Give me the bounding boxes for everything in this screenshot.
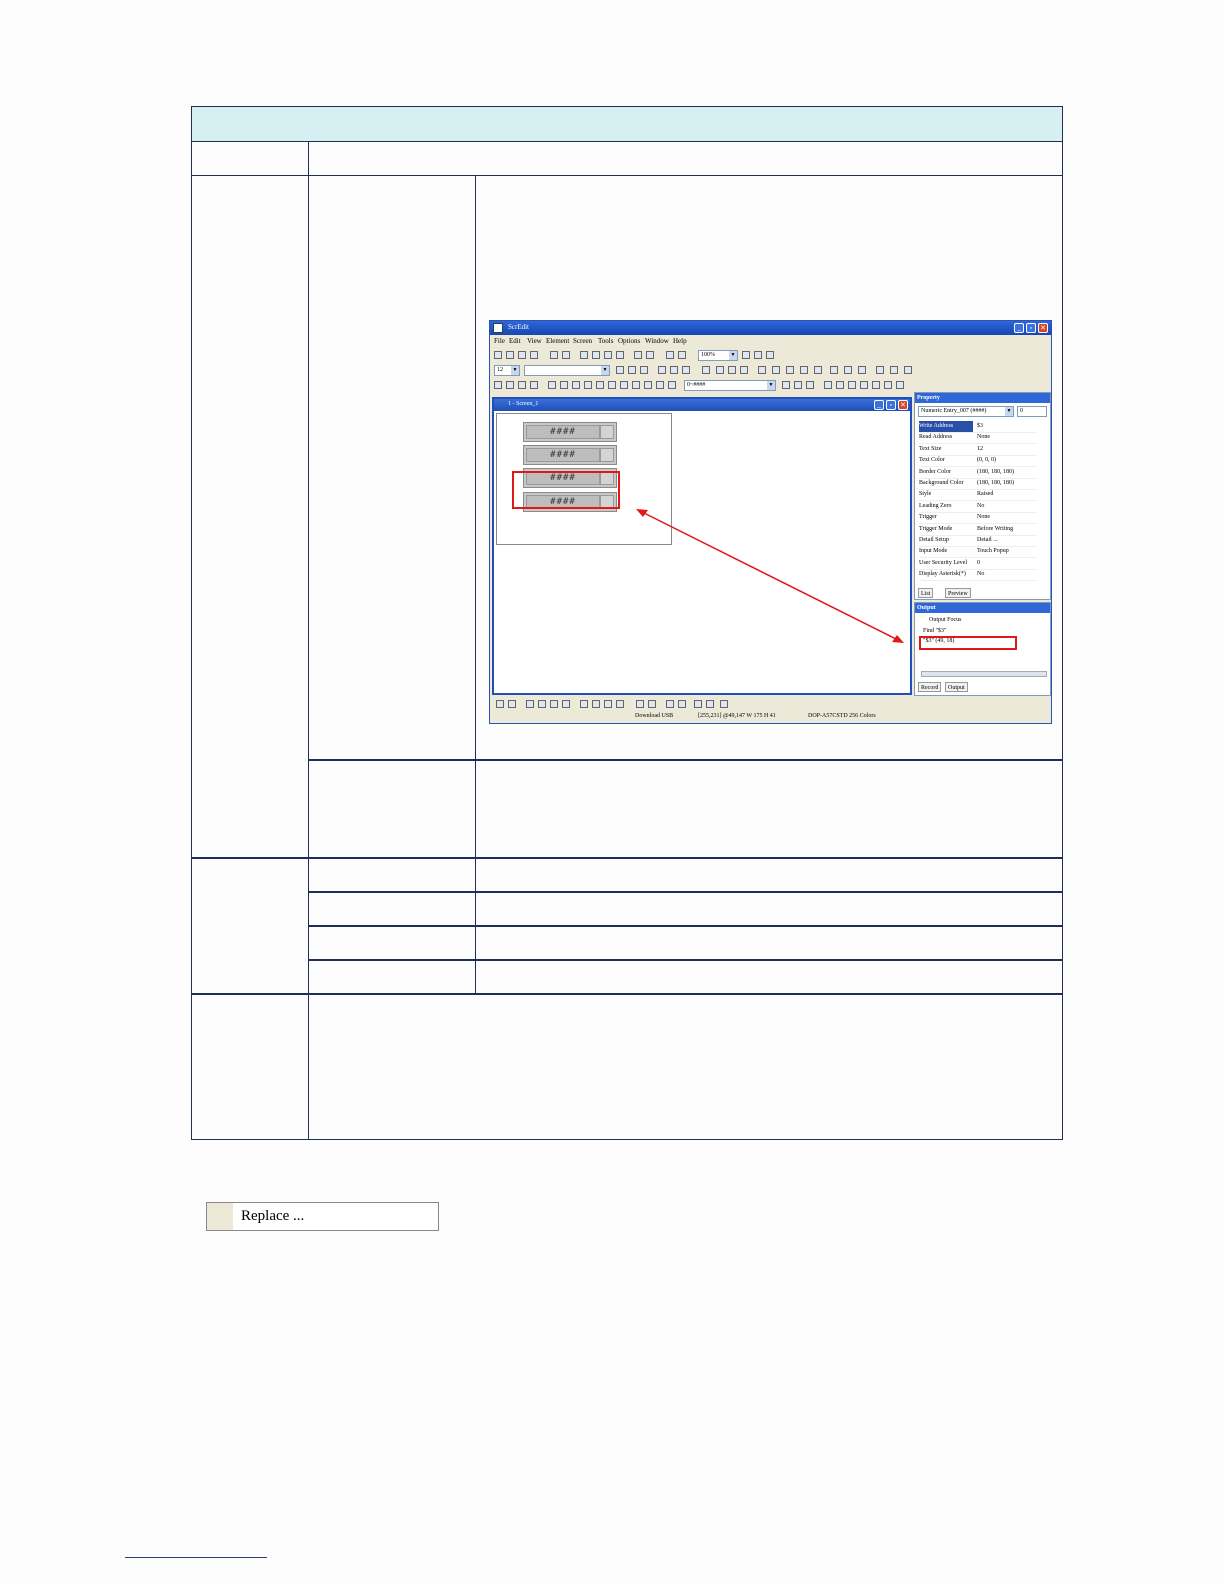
layout-9-icon[interactable] (604, 700, 612, 708)
layout-2-icon[interactable] (508, 700, 516, 708)
layout-17-icon[interactable] (720, 700, 728, 708)
screditor-window: ScrEdit _ ▫ ✕ File Edit View Element Scr… (489, 320, 1052, 724)
layout-8-icon[interactable] (592, 700, 600, 708)
layout-10-icon[interactable] (616, 700, 624, 708)
layout-1-icon[interactable] (496, 700, 504, 708)
replace-label: Replace ... (241, 1208, 305, 1224)
menu-gutter (207, 1203, 233, 1230)
layout-11-icon[interactable] (636, 700, 644, 708)
layout-14-icon[interactable] (678, 700, 686, 708)
toolbar-layout (490, 697, 1051, 712)
status-download: Download USB (635, 713, 674, 719)
layout-4-icon[interactable] (538, 700, 546, 708)
replace-menu-item[interactable]: Replace ... (206, 1202, 439, 1231)
layout-5-icon[interactable] (550, 700, 558, 708)
status-bar: Download USB [255,231] @49,147 W 175 H 4… (490, 711, 1051, 723)
footnote-rule (125, 1557, 267, 1558)
layout-6-icon[interactable] (562, 700, 570, 708)
layout-15-icon[interactable] (694, 700, 702, 708)
annotation-arrow (636, 509, 904, 643)
document-page: ScrEdit _ ▫ ✕ File Edit View Element Scr… (0, 0, 1224, 1584)
layout-16-icon[interactable] (706, 700, 714, 708)
status-coordinates: [255,231] @49,147 W 175 H 41 (698, 713, 776, 719)
status-model: DOP-A57CSTD 256 Colors (808, 713, 876, 719)
layout-12-icon[interactable] (648, 700, 656, 708)
layout-13-icon[interactable] (666, 700, 674, 708)
layout-3-icon[interactable] (526, 700, 534, 708)
table-header (192, 107, 1062, 142)
layout-7-icon[interactable] (580, 700, 588, 708)
